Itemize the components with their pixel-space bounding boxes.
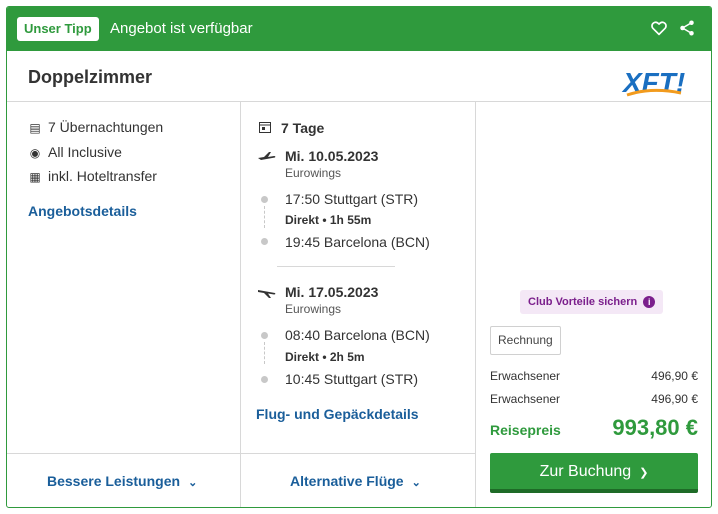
club-benefits-badge[interactable]: Club Vorteile sichern i (520, 290, 664, 314)
divider (240, 102, 241, 507)
bed-icon: ▤ (29, 121, 41, 135)
offer-header-bar: Unser Tipp Angebot ist verfügbar (7, 7, 711, 51)
flight-baggage-details-link[interactable]: Flug- und Gepäckdetails (256, 406, 419, 422)
return-flight-info: Direkt • 2h 5m (285, 350, 365, 364)
offer-availability: Angebot ist verfügbar (110, 20, 253, 37)
timeline-line (264, 206, 265, 228)
chevron-down-icon: ⌄ (411, 477, 421, 489)
departure-plane-icon (258, 152, 276, 160)
return-arrival: 10:45 Stuttgart (STR) (285, 371, 419, 387)
timeline-dot (261, 332, 268, 339)
return-airline: Eurowings (285, 302, 342, 316)
arrival-plane-icon (258, 290, 276, 298)
timeline-dot (261, 376, 268, 383)
outbound-arrival: 19:45 Barcelona (BCN) (285, 234, 430, 250)
timeline-dot (261, 196, 268, 203)
chevron-right-icon: ❯ (639, 467, 649, 479)
return-date: Mi. 17.05.2023 (285, 284, 379, 300)
divider (7, 101, 711, 102)
divider (475, 102, 476, 507)
room-title: Doppelzimmer (28, 67, 153, 87)
timeline-line (264, 342, 265, 364)
cutlery-icon: ◉ (29, 146, 41, 160)
book-button[interactable]: Zur Buchung ❯ (490, 453, 698, 493)
outbound-airline: Eurowings (285, 166, 342, 180)
share-icon[interactable] (678, 19, 696, 37)
offer-details-link[interactable]: Angebotsdetails (28, 203, 137, 219)
invoice-tag: Rechnung (490, 326, 561, 355)
divider (7, 453, 475, 454)
better-services-toggle[interactable]: Bessere Leistungen ⌄ (47, 473, 197, 489)
outbound-date: Mi. 10.05.2023 (285, 148, 379, 164)
alternative-flights-toggle[interactable]: Alternative Flüge ⌄ (290, 473, 421, 489)
xft-logo: XFT! (621, 67, 685, 98)
total-price-label: Reisepreis (490, 422, 561, 438)
info-icon[interactable]: i (643, 296, 656, 309)
offer-card: Unser Tipp Angebot ist verfügbar Doppelz… (6, 6, 712, 508)
total-price-value: 993,80 € (612, 415, 698, 440)
feature-transfer: ▦ inkl. Hoteltransfer (29, 168, 157, 184)
outbound-departure: 17:50 Stuttgart (STR) (285, 191, 419, 207)
outbound-flight-info: Direkt • 1h 55m (285, 213, 372, 227)
return-departure: 08:40 Barcelona (BCN) (285, 327, 430, 343)
timeline-dot (261, 238, 268, 245)
divider (277, 266, 395, 267)
calendar-icon (259, 120, 273, 136)
trip-duration: 7 Tage (259, 120, 324, 136)
tip-badge: Unser Tipp (17, 17, 99, 41)
heart-icon[interactable] (650, 19, 668, 37)
feature-nights: ▤ 7 Übernachtungen (29, 119, 164, 135)
bus-icon: ▦ (29, 170, 41, 184)
feature-board: ◉ All Inclusive (29, 144, 122, 160)
chevron-down-icon: ⌄ (188, 477, 198, 489)
